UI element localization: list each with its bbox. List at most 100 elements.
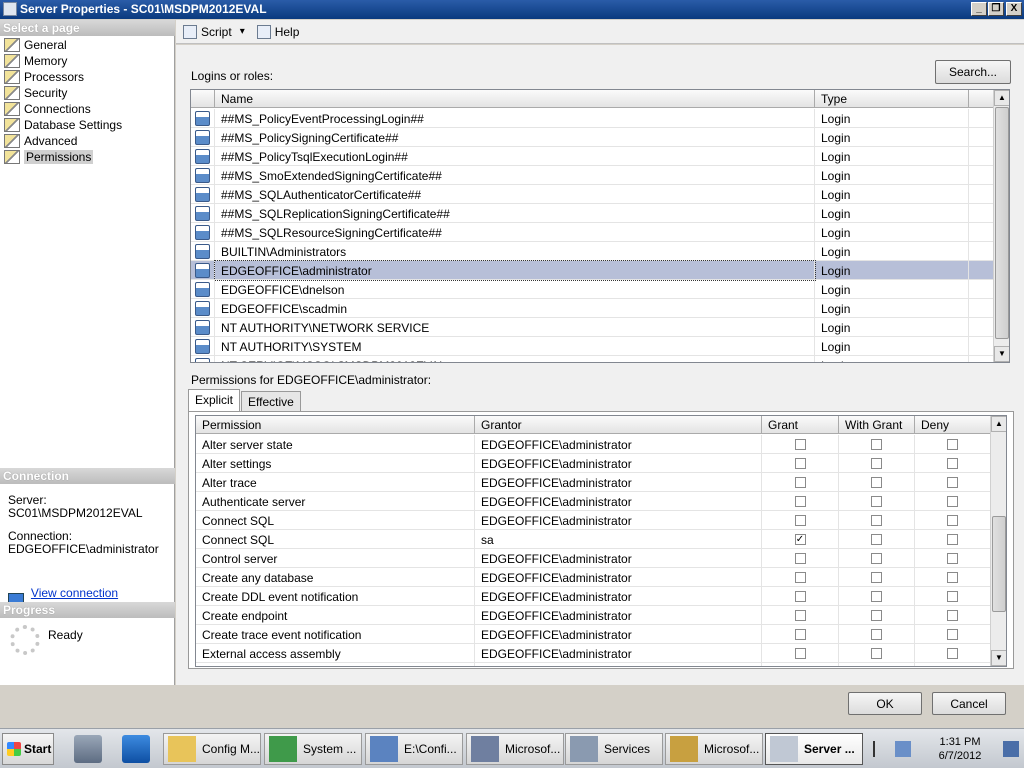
taskbar-item[interactable]: Server ... — [765, 733, 863, 765]
taskbar-item[interactable]: Services — [565, 733, 663, 765]
login-row[interactable]: ##MS_SQLResourceSigningCertificate## Logi… — [191, 223, 993, 242]
deny-checkbox[interactable] — [947, 515, 958, 526]
login-row[interactable]: ##MS_SmoExtendedSigningCertificate## Logi… — [191, 166, 993, 185]
script-button[interactable]: Script ▾ — [180, 24, 248, 39]
taskbar-item[interactable]: Config M... — [163, 733, 261, 765]
with-grant-checkbox[interactable] — [871, 629, 882, 640]
server-manager-icon[interactable] — [74, 735, 102, 763]
logins-scroll-up-button[interactable]: ▲ — [994, 90, 1009, 106]
login-row[interactable]: EDGEOFFICE\dnelson Login — [191, 280, 993, 299]
taskbar-item[interactable]: Microsof... — [466, 733, 564, 765]
login-row[interactable]: ##MS_SQLReplicationSigningCertificate## L… — [191, 204, 993, 223]
taskbar-item[interactable]: E:\Confi... — [365, 733, 463, 765]
grant-checkbox[interactable] — [794, 591, 806, 602]
login-row[interactable]: EDGEOFFICE\administrator Login — [191, 260, 993, 281]
deny-checkbox[interactable] — [947, 610, 958, 621]
tab-explicit[interactable]: Explicit — [188, 389, 241, 411]
grant-checkbox[interactable] — [794, 610, 806, 621]
grant-checkbox[interactable] — [794, 629, 806, 640]
powershell-icon[interactable] — [122, 735, 150, 763]
deny-checkbox[interactable] — [947, 553, 958, 564]
login-row[interactable]: BUILTIN\Administrators Login — [191, 242, 993, 261]
sql-tools-icon — [670, 736, 698, 762]
with-grant-checkbox[interactable] — [871, 515, 882, 526]
close-button[interactable]: X — [1006, 2, 1022, 16]
logins-scroll-thumb[interactable] — [995, 107, 1009, 339]
permissions-scroll-down-button[interactable]: ▼ — [991, 650, 1006, 666]
page-item[interactable]: Security — [0, 85, 175, 101]
action-center-flag-icon[interactable] — [873, 741, 889, 757]
grant-checkbox[interactable]: ✓ — [794, 534, 806, 545]
with-grant-cell — [839, 663, 915, 666]
grant-checkbox[interactable] — [794, 458, 806, 469]
logins-name-column-header[interactable]: Name — [215, 90, 815, 108]
login-row[interactable]: ##MS_PolicyEventProcessingLogin## Login — [191, 109, 993, 128]
login-row[interactable]: NT AUTHORITY\SYSTEM Login — [191, 337, 993, 356]
deny-checkbox[interactable] — [947, 439, 958, 450]
grant-checkbox[interactable] — [794, 553, 806, 564]
deny-column-header[interactable]: Deny — [915, 416, 991, 434]
deny-checkbox[interactable] — [947, 458, 958, 469]
restore-button[interactable]: ❐ — [988, 2, 1004, 16]
taskbar-item[interactable]: System ... — [264, 733, 362, 765]
login-row[interactable]: ##MS_PolicySigningCertificate## Login — [191, 128, 993, 147]
with-grant-checkbox[interactable] — [871, 439, 882, 450]
logins-type-column-header[interactable]: Type — [815, 90, 969, 108]
ok-button[interactable]: OK — [848, 692, 922, 715]
with-grant-checkbox[interactable] — [871, 591, 882, 602]
login-row[interactable]: ##MS_PolicyTsqlExecutionLogin## Login — [191, 147, 993, 166]
grant-checkbox[interactable] — [794, 439, 806, 450]
logins-scrollbar[interactable]: ▲ ▼ — [993, 90, 1009, 362]
grant-checkbox[interactable] — [794, 648, 806, 659]
help-button[interactable]: Help — [254, 24, 303, 39]
deny-checkbox[interactable] — [947, 648, 958, 659]
search-button[interactable]: Search... — [935, 60, 1011, 84]
page-item[interactable]: Permissions — [0, 149, 175, 165]
with-grant-checkbox[interactable] — [871, 553, 882, 564]
grant-checkbox[interactable] — [794, 515, 806, 526]
deny-checkbox[interactable] — [947, 591, 958, 602]
with-grant-checkbox[interactable] — [871, 534, 882, 545]
page-item[interactable]: Memory — [0, 53, 175, 69]
with-grant-checkbox[interactable] — [871, 648, 882, 659]
grantor-column-header[interactable]: Grantor — [475, 416, 762, 434]
deny-checkbox[interactable] — [947, 477, 958, 488]
taskbar-item[interactable]: Microsof... — [665, 733, 763, 765]
script-dropdown-icon[interactable]: ▾ — [240, 26, 245, 37]
with-grant-checkbox[interactable] — [871, 572, 882, 583]
grant-checkbox[interactable] — [794, 572, 806, 583]
tab-effective[interactable]: Effective — [241, 391, 301, 411]
page-item[interactable]: General — [0, 37, 175, 53]
start-button[interactable]: Start — [2, 733, 54, 765]
permissions-scroll-thumb[interactable] — [992, 516, 1006, 612]
deny-checkbox[interactable] — [947, 496, 958, 507]
permissions-scrollbar[interactable]: ▲ ▼ — [990, 416, 1006, 666]
login-row[interactable]: ##MS_SQLAuthenticatorCertificate## Login — [191, 185, 993, 204]
page-item[interactable]: Connections — [0, 101, 175, 117]
page-item[interactable]: Processors — [0, 69, 175, 85]
cancel-button[interactable]: Cancel — [932, 692, 1006, 715]
login-row[interactable]: NT AUTHORITY\NETWORK SERVICE Login — [191, 318, 993, 337]
with-grant-checkbox[interactable] — [871, 458, 882, 469]
deny-checkbox[interactable] — [947, 534, 958, 545]
with-grant-checkbox[interactable] — [871, 496, 882, 507]
show-desktop-icon[interactable] — [1003, 741, 1019, 757]
with-grant-checkbox[interactable] — [871, 477, 882, 488]
page-item[interactable]: Database Settings — [0, 117, 175, 133]
grant-column-header[interactable]: Grant — [762, 416, 839, 434]
page-item[interactable]: Advanced — [0, 133, 175, 149]
permission-column-header[interactable]: Permission — [196, 416, 475, 434]
login-row[interactable]: EDGEOFFICE\scadmin Login — [191, 299, 993, 318]
deny-checkbox[interactable] — [947, 629, 958, 640]
with-grant-checkbox[interactable] — [871, 610, 882, 621]
deny-checkbox[interactable] — [947, 572, 958, 583]
grant-checkbox[interactable] — [794, 477, 806, 488]
with-grant-column-header[interactable]: With Grant — [839, 416, 915, 434]
clock[interactable]: 1:31 PM 6/7/2012 — [925, 735, 995, 763]
login-row[interactable]: NT SERVICE\MSSQL$MSDPM2012EVALLogin — [191, 356, 993, 362]
minimize-button[interactable]: _ — [971, 2, 987, 16]
grant-checkbox[interactable] — [794, 496, 806, 507]
permissions-scroll-up-button[interactable]: ▲ — [991, 416, 1006, 432]
logins-scroll-down-button[interactable]: ▼ — [994, 346, 1009, 362]
network-icon[interactable] — [895, 741, 911, 757]
